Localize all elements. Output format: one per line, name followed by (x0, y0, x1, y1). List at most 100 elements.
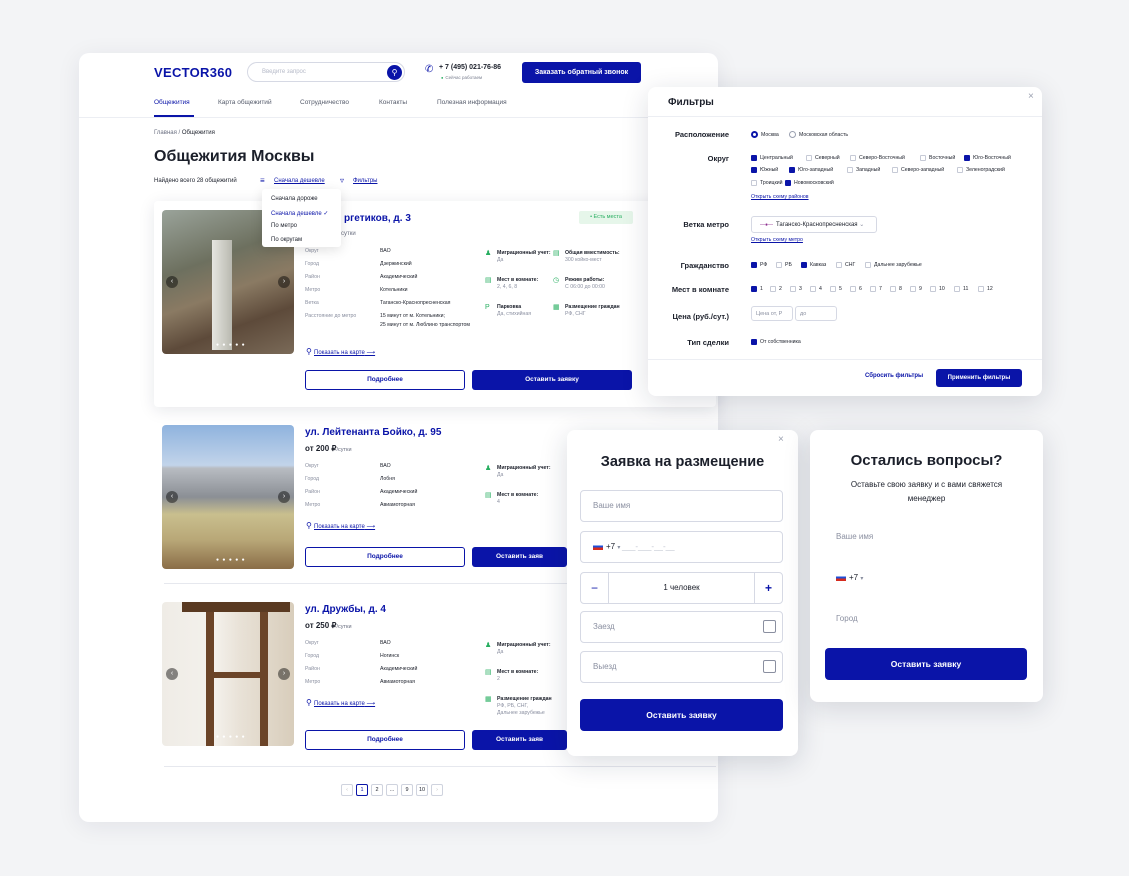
prev-photo-icon[interactable]: ‹ (166, 668, 178, 680)
city-input[interactable]: Город (836, 614, 1018, 623)
next-photo-icon[interactable]: › (278, 668, 290, 680)
page-10[interactable]: 10 (416, 784, 428, 796)
rooms-checkbox[interactable]: 10 (930, 286, 945, 292)
page-2[interactable]: 2 (371, 784, 383, 796)
prev-photo-icon[interactable]: ‹ (166, 491, 178, 503)
name-input[interactable]: Ваше имя (836, 532, 1018, 541)
district-checkbox[interactable]: Троицкий (751, 180, 783, 186)
district-checkbox[interactable]: Восточный (920, 155, 955, 161)
listing-photo[interactable]: ‹ › ● ● ● ● ● (162, 425, 294, 569)
district-checkbox[interactable]: Юго-Восточный (964, 155, 1011, 161)
phone-number[interactable]: + 7 (495) 021-76-86 (439, 64, 501, 71)
rooms-checkbox[interactable]: 11 (954, 286, 968, 292)
rooms-checkbox[interactable]: 1 (751, 286, 763, 292)
show-on-map-link[interactable]: Показать на карте ⟶ (314, 349, 375, 356)
rooms-checkbox[interactable]: 3 (790, 286, 802, 292)
submit-application-button[interactable]: Оставить заявку (580, 699, 783, 731)
callback-button[interactable]: Заказать обратный звонок (522, 62, 641, 83)
prev-page-icon[interactable]: ‹ (341, 784, 353, 796)
nav-item-cooperation[interactable]: Сотрудничество (300, 99, 379, 106)
filters-link[interactable]: Фильтры (353, 178, 377, 184)
citizenship-checkbox[interactable]: Кавказ (801, 262, 826, 268)
district-checkbox[interactable]: Северный (806, 155, 840, 161)
search-input[interactable]: Введите запрос (247, 62, 405, 82)
details-button[interactable]: Подробнее (305, 547, 465, 567)
rooms-checkbox[interactable]: 12 (978, 286, 993, 292)
calendar-icon (763, 620, 776, 633)
sort-option[interactable]: Сначала дороже (262, 193, 341, 207)
rooms-checkbox[interactable]: 5 (830, 286, 842, 292)
close-icon[interactable]: × (778, 434, 784, 445)
phone-input[interactable]: +7 ▾ ___-___-__-__ (580, 531, 783, 563)
apply-button[interactable]: Оставить заявку (472, 370, 632, 390)
metro-map-link[interactable]: Открыть схему метро (751, 237, 803, 243)
details-button[interactable]: Подробнее (305, 370, 465, 390)
apply-filters-button[interactable]: Применить фильтры (936, 369, 1022, 387)
plus-button[interactable]: + (754, 573, 782, 603)
rooms-checkbox[interactable]: 2 (770, 286, 782, 292)
minus-button[interactable]: − (581, 573, 609, 603)
district-checkbox[interactable]: Юго-западный (789, 167, 833, 173)
prev-photo-icon[interactable]: ‹ (166, 276, 178, 288)
submit-question-button[interactable]: Оставить заявку (825, 648, 1027, 680)
feature-hours: ◷ Режим работы: С 06:00 до 00:00 (553, 277, 605, 290)
checkin-input[interactable]: Заезд (580, 611, 783, 643)
check-icon: ✓ (323, 210, 329, 217)
listing-title[interactable]: ул. Лейтенанта Бойко, д. 95 (305, 427, 441, 438)
checkout-input[interactable]: Выезд (580, 651, 783, 683)
phone-input[interactable]: +7 ▾ (836, 573, 1018, 582)
price-from-input[interactable]: Цена от, Р (751, 306, 793, 321)
sort-option[interactable]: По округам (262, 234, 341, 248)
logo[interactable]: VECTOR360 (154, 65, 232, 80)
nav-item-contacts[interactable]: Контакты (379, 99, 437, 106)
listing-title[interactable]: ргетиков, д. 3 (344, 213, 411, 224)
rooms-checkbox[interactable]: 7 (870, 286, 882, 292)
sort-option-selected[interactable]: Сначала дешевле ✓ (262, 207, 341, 221)
photo-dots: ● ● ● ● ● (216, 734, 246, 740)
price-to-input[interactable]: до (795, 306, 837, 321)
location-region[interactable]: Московская область (789, 131, 848, 138)
citizenship-checkbox[interactable]: РФ (751, 262, 767, 268)
reset-filters-button[interactable]: Сбросить фильтры (865, 373, 923, 379)
districts-map-link[interactable]: Открыть схему районов (751, 194, 809, 200)
sort-option[interactable]: По метро (262, 220, 341, 234)
deal-type-checkbox[interactable]: От собственника (751, 339, 801, 345)
listing-photo[interactable]: ‹ › ● ● ● ● ● (162, 602, 294, 746)
show-on-map-link[interactable]: Показать на карте ⟶ (314, 700, 375, 707)
page-9[interactable]: 9 (401, 784, 413, 796)
details-button[interactable]: Подробнее (305, 730, 465, 750)
rooms-checkbox[interactable]: 8 (890, 286, 902, 292)
district-checkbox[interactable]: Западный (847, 167, 880, 173)
nav-item-map[interactable]: Карта общежитий (218, 99, 300, 106)
rooms-checkbox[interactable]: 9 (910, 286, 922, 292)
sort-dropdown[interactable]: Сначала дешевле (274, 178, 325, 184)
citizenship-checkbox[interactable]: Дальнее зарубежье (865, 262, 922, 268)
citizenship-checkbox[interactable]: СНГ (836, 262, 855, 268)
metro-select[interactable]: Таганско-Краснопресненская ⌄ (751, 216, 877, 233)
apply-button[interactable]: Оставить заяв (472, 730, 567, 750)
page-1[interactable]: 1 (356, 784, 368, 796)
calendar-icon (763, 660, 776, 673)
next-page-icon[interactable]: › (431, 784, 443, 796)
nav-item-dorms[interactable]: Общежития (154, 99, 218, 106)
search-icon[interactable]: ⚲ (387, 65, 402, 80)
name-input[interactable]: Ваше имя (580, 490, 783, 522)
district-checkbox[interactable]: Южный (751, 167, 778, 173)
rooms-checkbox[interactable]: 6 (850, 286, 862, 292)
breadcrumb-home[interactable]: Главная (154, 130, 177, 136)
district-checkbox[interactable]: Новомосковский (785, 180, 834, 186)
next-photo-icon[interactable]: › (278, 276, 290, 288)
district-checkbox[interactable]: Зеленоградский (957, 167, 1005, 173)
location-moscow[interactable]: Москва (751, 131, 779, 138)
district-checkbox[interactable]: Центральный (751, 155, 793, 161)
listing-title[interactable]: ул. Дружбы, д. 4 (305, 604, 386, 615)
district-checkbox[interactable]: Северо-западный (892, 167, 944, 173)
show-on-map-link[interactable]: Показать на карте ⟶ (314, 523, 375, 530)
nav-item-info[interactable]: Полезная информация (437, 99, 527, 106)
district-checkbox[interactable]: Северо-Восточный (850, 155, 905, 161)
next-photo-icon[interactable]: › (278, 491, 290, 503)
rooms-checkbox[interactable]: 4 (810, 286, 822, 292)
close-icon[interactable]: × (1028, 91, 1034, 102)
citizenship-checkbox[interactable]: РБ (776, 262, 792, 268)
apply-button[interactable]: Оставить заяв (472, 547, 567, 567)
